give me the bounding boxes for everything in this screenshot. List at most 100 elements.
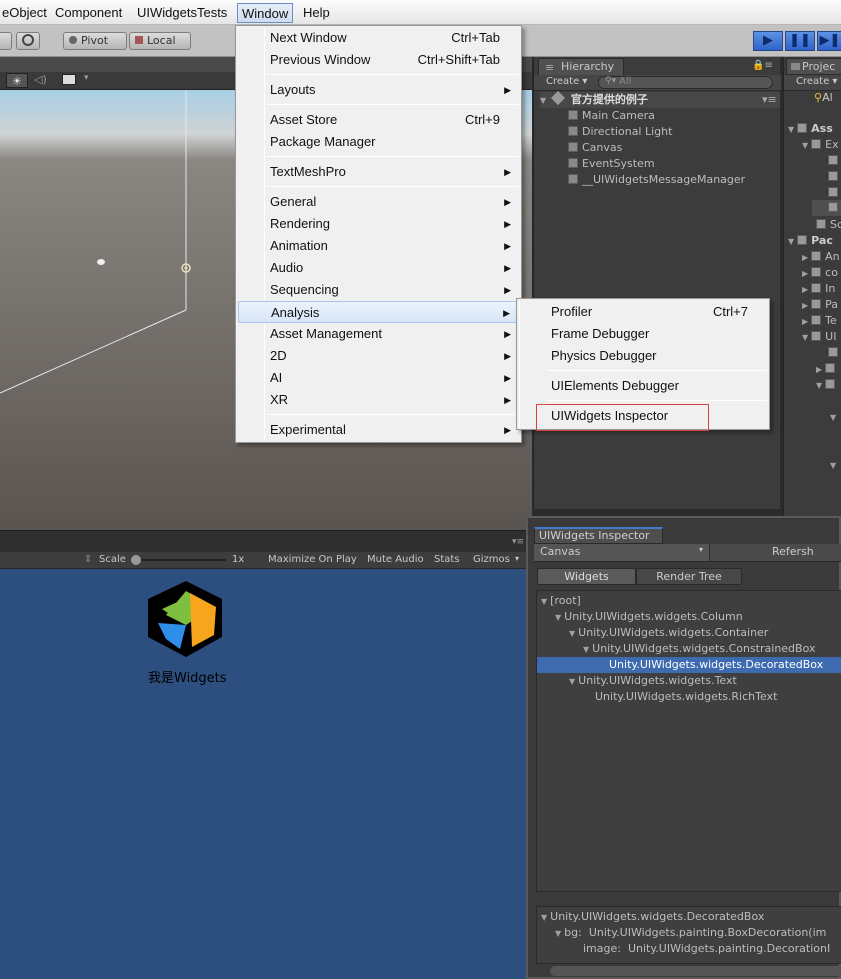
project-folder[interactable]: ▼ Pac	[788, 233, 833, 249]
menu-uiwidgetstests[interactable]: UIWidgetsTests	[133, 3, 231, 23]
resolution-dropdown-icon[interactable]: ⇕	[84, 554, 92, 565]
local-button[interactable]: Local	[129, 32, 191, 50]
scale-slider-track[interactable]	[131, 559, 226, 561]
menu-item-next-window[interactable]: Next Window Ctrl+Tab	[238, 27, 519, 49]
pause-button[interactable]: ❚❚	[785, 31, 815, 51]
project-create-dropdown[interactable]: Create ▾	[784, 75, 841, 91]
create-dropdown[interactable]: Create ▾	[546, 76, 587, 87]
lighting-toggle[interactable]: ☀	[6, 73, 28, 88]
transform-tool-button[interactable]	[16, 32, 40, 50]
menu-window[interactable]: Window	[237, 3, 294, 23]
expand-arrow-icon[interactable]: ▼	[541, 910, 547, 926]
menu-gameobject[interactable]: eObject	[0, 3, 51, 23]
gizmos-dropdown-icon[interactable]: ▾	[515, 554, 519, 563]
audio-toggle-icon[interactable]: ◁)	[34, 73, 47, 86]
panel-menu-icon[interactable]: ▾≡	[512, 537, 524, 547]
project-folder[interactable]	[828, 185, 841, 201]
maximize-on-play-toggle[interactable]: Maximize On Play	[268, 554, 357, 565]
pivot-button[interactable]: Pivot	[63, 32, 127, 50]
hierarchy-item[interactable]: Canvas	[568, 140, 622, 156]
project-folder[interactable]	[828, 153, 841, 169]
project-search[interactable]: ⚲Al	[814, 90, 833, 106]
menu-item-general[interactable]: General ▶	[238, 191, 519, 213]
menu-item-layouts[interactable]: Layouts ▶	[238, 79, 519, 101]
tab-project[interactable]: Projec	[786, 58, 841, 75]
menu-item-rendering[interactable]: Rendering ▶	[238, 213, 519, 235]
project-folder[interactable]: ▼ UI	[802, 329, 836, 345]
menu-item-xr[interactable]: XR ▶	[238, 389, 519, 411]
project-folder[interactable]: ▼	[816, 377, 839, 393]
scene-options-icon[interactable]: ▾≡	[762, 92, 777, 108]
tab-uiwidgets-inspector[interactable]: UIWidgets Inspector	[534, 527, 663, 544]
project-folder-expander[interactable]: ▼	[830, 457, 839, 473]
menu-item-sequencing[interactable]: Sequencing ▶	[238, 279, 519, 301]
project-folder[interactable]: ▶ Te	[802, 313, 837, 329]
project-folder[interactable]: ▶	[816, 361, 839, 377]
step-button[interactable]: ▶❚	[817, 31, 841, 51]
detail-row[interactable]: ▼ Unity.UIWidgets.widgets.DecoratedBox	[541, 909, 764, 925]
menu-item-previous-window[interactable]: Previous Window Ctrl+Shift+Tab	[238, 49, 519, 71]
menu-item-analysis[interactable]: Analysis ▶	[238, 301, 519, 323]
hierarchy-item[interactable]: Main Camera	[568, 108, 655, 124]
tree-row[interactable]: ▼ Unity.UIWidgets.widgets.ConstrainedBox	[583, 641, 816, 657]
detail-row[interactable]: image: Unity.UIWidgets.painting.Decorati…	[583, 941, 830, 957]
expand-arrow-icon[interactable]: ▼	[569, 626, 575, 642]
tree-row[interactable]: ▼ Unity.UIWidgets.widgets.Text	[569, 673, 737, 689]
refresh-button[interactable]: Refersh	[772, 545, 814, 558]
mute-audio-toggle[interactable]: Mute Audio	[367, 554, 424, 565]
menu-item-2d[interactable]: 2D ▶	[238, 345, 519, 367]
project-folder[interactable]: Sc	[816, 217, 841, 233]
hierarchy-search-input[interactable]: ⚲▾ All	[598, 76, 773, 89]
project-folder[interactable]: ▼ Ex	[802, 137, 839, 153]
menu-item-asset-store[interactable]: Asset Store Ctrl+9	[238, 109, 519, 131]
gizmos-toggle[interactable]: Gizmos	[473, 554, 510, 565]
play-button[interactable]: ▶	[753, 31, 783, 51]
menu-item-uielements-debugger[interactable]: UIElements Debugger	[519, 375, 767, 397]
rect-tool-button[interactable]	[0, 32, 12, 50]
horizontal-scrollbar[interactable]	[550, 966, 841, 976]
menu-item-package-manager[interactable]: Package Manager	[238, 131, 519, 153]
expand-arrow-icon[interactable]: ▼	[569, 674, 575, 690]
project-folder-expander[interactable]: ▼	[830, 409, 839, 425]
menu-item-experimental[interactable]: Experimental ▶	[238, 419, 519, 441]
menu-item-audio[interactable]: Audio ▶	[238, 257, 519, 279]
tree-row[interactable]: ▼ Unity.UIWidgets.widgets.Container	[569, 625, 768, 641]
project-folder[interactable]: ▶ Pa	[802, 297, 838, 313]
tree-row[interactable]: ▼ Unity.UIWidgets.widgets.Column	[555, 609, 743, 625]
tree-row[interactable]: ▼ [root]	[541, 593, 581, 609]
project-folder-selected[interactable]	[812, 200, 841, 216]
project-folder[interactable]: ▼ Ass	[788, 121, 833, 137]
effects-dropdown-icon[interactable]: ▾	[84, 73, 89, 83]
menu-item-ai[interactable]: AI ▶	[238, 367, 519, 389]
menu-help[interactable]: Help	[299, 3, 334, 23]
tab-widgets[interactable]: Widgets	[537, 568, 636, 585]
menu-item-asset-management[interactable]: Asset Management ▶	[238, 323, 519, 345]
project-folder[interactable]	[828, 169, 841, 185]
hierarchy-item[interactable]: Directional Light	[568, 124, 672, 140]
project-folder[interactable]	[828, 345, 841, 361]
scale-slider-thumb[interactable]	[131, 555, 141, 565]
project-folder[interactable]: ▶ An	[802, 249, 840, 265]
tree-row-selected[interactable]: Unity.UIWidgets.widgets.DecoratedBox	[537, 657, 841, 673]
expand-arrow-icon[interactable]: ▼	[555, 926, 561, 942]
menu-item-profiler[interactable]: Profiler Ctrl+7	[519, 301, 767, 323]
image-effects-icon[interactable]	[62, 74, 76, 85]
stats-toggle[interactable]: Stats	[434, 554, 460, 565]
panel-divider[interactable]	[533, 509, 783, 516]
tree-row[interactable]: Unity.UIWidgets.widgets.RichText	[595, 689, 777, 705]
expand-arrow-icon[interactable]: ▼	[555, 610, 561, 626]
detail-row[interactable]: ▼ bg: Unity.UIWidgets.painting.BoxDecorat…	[555, 925, 826, 941]
expand-arrow-icon[interactable]: ▼	[541, 594, 547, 610]
menu-item-physics-debugger[interactable]: Physics Debugger	[519, 345, 767, 367]
menu-item-frame-debugger[interactable]: Frame Debugger	[519, 323, 767, 345]
game-view[interactable]: 我是Widgets	[0, 569, 526, 979]
menu-component[interactable]: Component	[51, 3, 126, 23]
menu-item-textmeshpro[interactable]: TextMeshPro ▶	[238, 161, 519, 183]
panel-select-dropdown[interactable]: Canvas ▾	[534, 544, 710, 561]
tab-hierarchy[interactable]: ≡ Hierarchy	[538, 58, 624, 75]
expand-arrow-icon[interactable]: ▼	[583, 642, 589, 658]
scene-row[interactable]: ▼ 官方提供的例子 ▾≡	[540, 90, 780, 108]
hierarchy-item[interactable]: __UIWidgetsMessageManager	[568, 172, 745, 188]
hierarchy-item[interactable]: EventSystem	[568, 156, 655, 172]
menu-item-animation[interactable]: Animation ▶	[238, 235, 519, 257]
